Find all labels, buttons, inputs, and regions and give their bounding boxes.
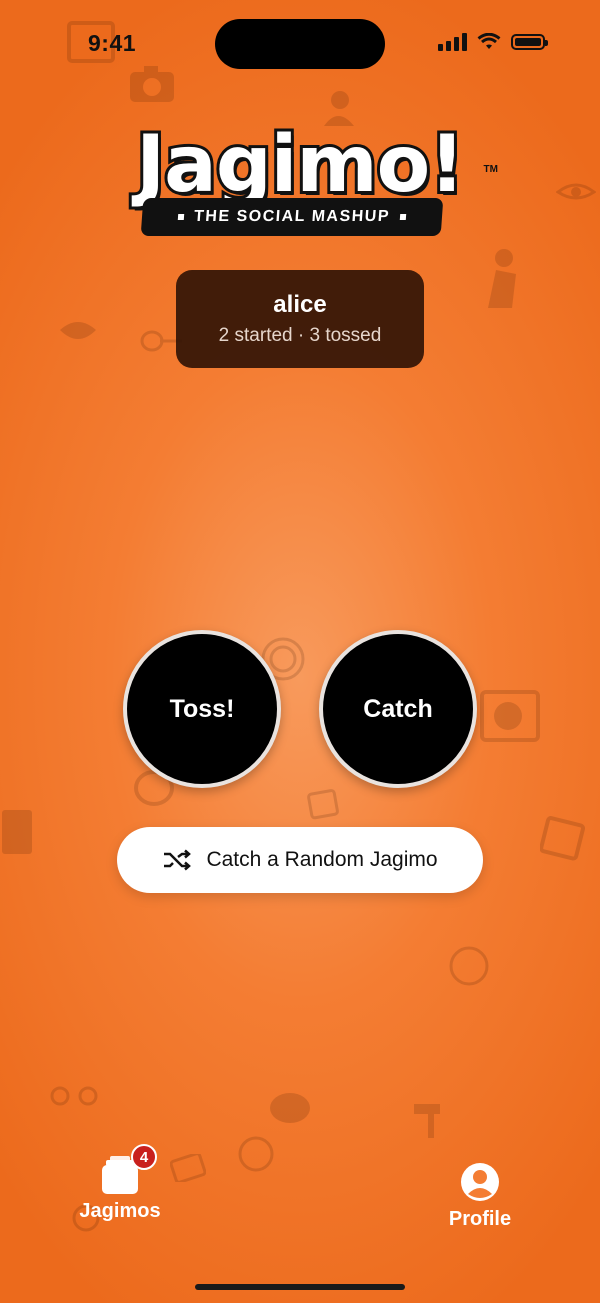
- wifi-icon: [477, 33, 501, 49]
- tab-profile-label: Profile: [448, 1208, 512, 1230]
- status-icons: [438, 33, 548, 51]
- jagimo-logo: Jagimo! TM THE SOCIAL MASHUP: [100, 117, 500, 240]
- home-indicator: [195, 1284, 405, 1290]
- dynamic-island: [215, 19, 385, 69]
- tab-jagimos-label: Jagimos: [79, 1200, 161, 1222]
- user-card: alice 2 started · 3 tossed: [176, 270, 424, 368]
- plate-doodle-icon-3: [238, 1136, 274, 1172]
- catch-button[interactable]: Catch: [319, 630, 477, 788]
- lips-doodle-icon: [60, 322, 96, 339]
- cards-doodle-icon: [540, 816, 586, 861]
- logo-tagline: THE SOCIAL MASHUP: [193, 208, 391, 225]
- bicycle-doodle-icon: [50, 1086, 98, 1106]
- catch-random-button[interactable]: Catch a Random Jagimo: [117, 827, 483, 893]
- tab-profile[interactable]: Profile: [440, 1162, 520, 1231]
- signal-icon: [438, 33, 467, 51]
- trademark: TM: [483, 164, 498, 175]
- hammer-doodle-icon: [414, 1104, 440, 1138]
- status-time: 9:41: [88, 30, 137, 56]
- user-stats: 2 started · 3 tossed: [218, 325, 382, 346]
- plate-doodle-icon-2: [449, 946, 489, 986]
- banner-dot-right: [399, 214, 407, 220]
- book-doodle-icon: [2, 810, 32, 854]
- logo-banner: THE SOCIAL MASHUP: [140, 198, 444, 236]
- camera-doodle-icon: [130, 66, 174, 102]
- eye-doodle-icon: [556, 183, 596, 200]
- cards-small-doodle-icon: [307, 789, 339, 820]
- profile-icon: [461, 1163, 499, 1201]
- turntable-doodle-icon: [480, 690, 540, 742]
- shuffle-icon: [164, 849, 192, 871]
- teapot-doodle-icon-2: [270, 1093, 310, 1123]
- logo-word: Jagimo!: [133, 117, 468, 213]
- jagimos-count-badge: 4: [131, 1144, 157, 1170]
- figure-doodle-icon: [488, 249, 516, 308]
- battery-icon: [511, 34, 548, 50]
- ticket-doodle-icon: [170, 1154, 206, 1182]
- banner-dot-left: [177, 214, 185, 220]
- user-name: alice: [273, 291, 327, 318]
- toss-button[interactable]: Toss!: [123, 630, 281, 788]
- catch-random-label: Catch a Random Jagimo: [206, 848, 438, 871]
